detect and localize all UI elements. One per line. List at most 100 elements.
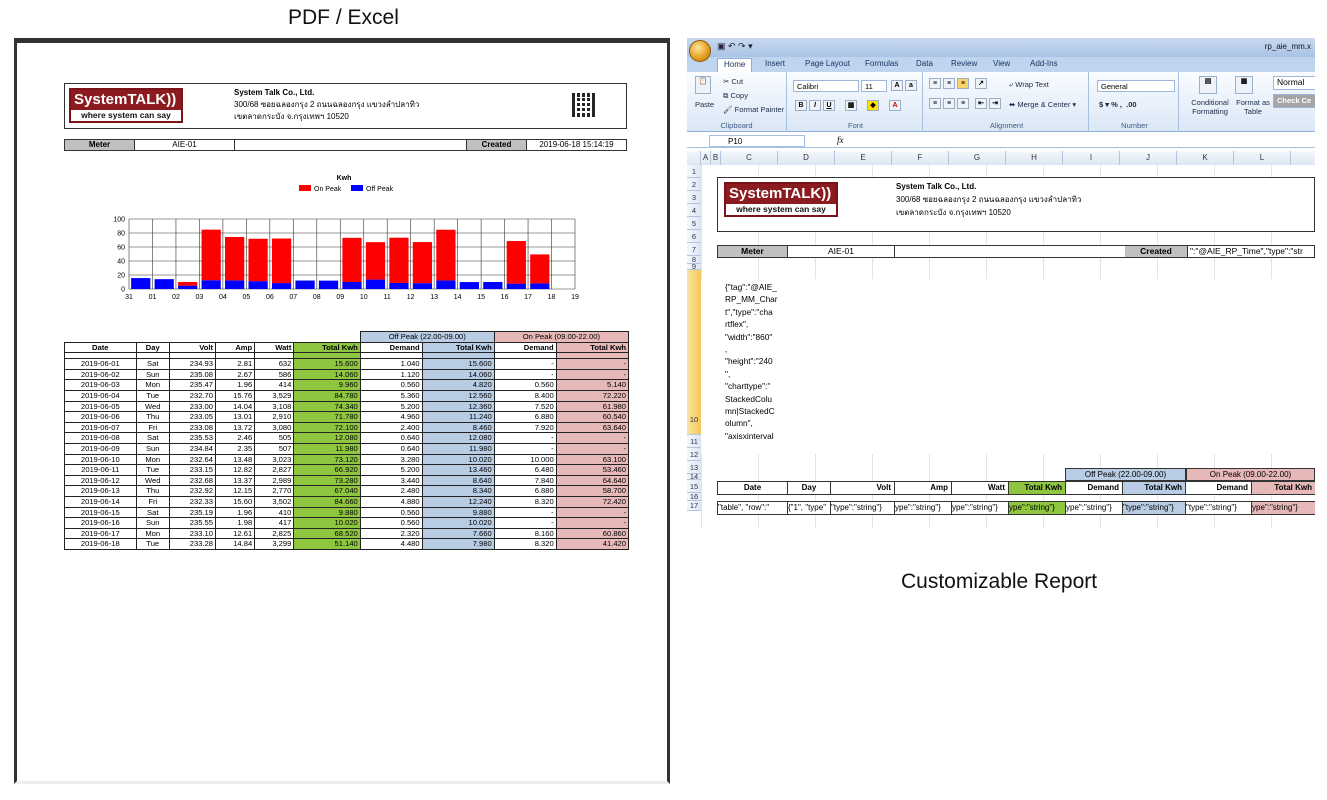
align-middle-icon[interactable]: ≡ — [943, 78, 955, 89]
align-center-icon[interactable]: ≡ — [943, 98, 955, 109]
grow-font-icon[interactable]: A — [891, 80, 903, 91]
fill-color-icon[interactable]: ◆ — [867, 100, 879, 111]
excel-template-cell[interactable]: ype":"string"} — [1066, 502, 1123, 514]
borders-icon[interactable]: ▦ — [845, 100, 857, 111]
format-as-table-icon[interactable]: ▦ — [1235, 76, 1253, 94]
row-header[interactable]: 10 — [687, 270, 701, 435]
italic-icon[interactable]: I — [809, 100, 821, 111]
excel-col-header[interactable]: Volt — [831, 482, 895, 494]
excel-created-template[interactable]: ":"@AIE_RP_Time","type":"str — [1190, 246, 1314, 257]
row-header[interactable]: 5 — [687, 217, 701, 230]
column-header[interactable]: L — [1234, 151, 1291, 165]
tab-add-ins[interactable]: Add-Ins — [1030, 59, 1058, 68]
table-cell: 12.15 — [215, 485, 256, 497]
font-name-select[interactable]: Calibri — [793, 80, 859, 92]
style-check-cell[interactable]: Check Ce — [1273, 94, 1315, 108]
excel-col-header[interactable]: Amp — [895, 482, 952, 494]
increase-indent-icon[interactable]: ⇥ — [989, 98, 1001, 109]
chart-template-cell[interactable]: {"tag":"@AIE_ RP_MM_Char t","type":"cha rtf… — [725, 281, 787, 443]
conditional-formatting-button[interactable]: Conditional Formatting — [1185, 98, 1235, 116]
row-header[interactable]: 17 — [687, 501, 701, 511]
copy-button[interactable]: ⧉ Copy — [723, 91, 748, 101]
row-header[interactable]: 2 — [687, 178, 701, 191]
column-header[interactable]: B — [711, 151, 721, 165]
excel-template-cell[interactable]: "type":"string"} — [1123, 502, 1186, 514]
number-format-select[interactable]: General — [1097, 80, 1175, 92]
excel-template-cell[interactable]: "type":"string"} — [831, 502, 895, 514]
font-size-select[interactable]: 11 — [861, 80, 887, 92]
align-right-icon[interactable]: ≡ — [957, 98, 969, 109]
quick-access-toolbar[interactable]: ▣ ↶ ↷ ▾ — [717, 41, 753, 52]
conditional-formatting-icon[interactable]: ▤ — [1199, 76, 1217, 94]
row-header[interactable]: 1 — [687, 165, 701, 178]
bold-icon[interactable]: B — [795, 100, 807, 111]
orientation-icon[interactable]: ↗ — [975, 78, 987, 89]
table-cell: 13.01 — [215, 411, 256, 423]
paste-button[interactable]: Paste — [695, 100, 714, 109]
format-painter-button[interactable]: 🖌 Format Painter — [723, 105, 784, 114]
tab-view[interactable]: View — [993, 59, 1010, 68]
style-normal[interactable]: Normal — [1273, 76, 1315, 90]
merge-center-button[interactable]: ⬌ Merge & Center ▾ — [1009, 100, 1076, 109]
excel-template-cell[interactable]: "type":"string"} — [1186, 502, 1252, 514]
align-top-icon[interactable]: ≡ — [929, 78, 941, 89]
tab-formulas[interactable]: Formulas — [865, 59, 898, 68]
column-header[interactable]: A — [701, 151, 711, 165]
row-header[interactable]: 4 — [687, 204, 701, 217]
tab-data[interactable]: Data — [916, 59, 933, 68]
align-bottom-icon[interactable]: ≡ — [957, 78, 969, 89]
column-header[interactable]: I — [1063, 151, 1120, 165]
office-button-icon[interactable] — [689, 40, 711, 62]
excel-col-header[interactable]: Demand — [1186, 482, 1252, 494]
column-header[interactable]: E — [835, 151, 892, 165]
column-header[interactable]: G — [949, 151, 1006, 165]
row-header[interactable]: 11 — [687, 435, 701, 448]
wrap-text-button[interactable]: ⤶ Wrap Text — [1009, 80, 1049, 90]
excel-template-cell[interactable]: ype":"string"} — [952, 502, 1009, 514]
column-header[interactable]: F — [892, 151, 949, 165]
chart-template-line: "height":"240 — [725, 356, 773, 367]
excel-template-cell[interactable]: ype":"string"} — [895, 502, 952, 514]
table-cell: 410 — [254, 506, 295, 519]
excel-col-header[interactable]: Watt — [952, 482, 1009, 494]
format-as-table-button[interactable]: Format as Table — [1233, 98, 1273, 116]
excel-col-header[interactable]: Date — [718, 482, 788, 494]
excel-col-header[interactable]: Day — [788, 482, 831, 494]
table-cell: 12.080 — [293, 432, 361, 444]
decrease-indent-icon[interactable]: ⇤ — [975, 98, 987, 109]
cut-button[interactable]: ✂ Cut — [723, 77, 743, 86]
excel-template-cell[interactable]: {"1", "type" — [788, 502, 831, 514]
excel-col-header[interactable]: Demand — [1066, 482, 1123, 494]
fx-icon[interactable]: fx — [837, 135, 844, 145]
excel-template-cell[interactable]: "table", "row":" — [718, 502, 788, 514]
excel-col-header[interactable]: Total Kwh — [1123, 482, 1186, 494]
shrink-font-icon[interactable]: a — [905, 80, 917, 91]
tab-home[interactable]: Home — [717, 58, 753, 72]
number-buttons[interactable]: $ ▾ % , .00 — [1099, 100, 1137, 109]
format-painter-label: Format Painter — [734, 105, 785, 114]
excel-col-header[interactable]: Total Kwh — [1252, 482, 1315, 494]
row-header[interactable]: 3 — [687, 191, 701, 204]
paste-icon[interactable]: 📋 — [695, 76, 711, 94]
tab-review[interactable]: Review — [951, 59, 977, 68]
name-box[interactable]: P10 — [709, 135, 805, 147]
column-header[interactable]: K — [1177, 151, 1234, 165]
excel-col-header[interactable]: Total Kwh — [1009, 482, 1066, 494]
row-header[interactable]: 6 — [687, 230, 701, 243]
underline-icon[interactable]: U — [823, 100, 835, 111]
select-all-corner[interactable] — [687, 151, 701, 165]
table-cell: 13.460 — [421, 464, 495, 476]
excel-template-cell[interactable]: ype":"string"} — [1252, 502, 1315, 514]
table-cell: Thu — [135, 411, 170, 423]
excel-template-cell[interactable]: ype":"string"} — [1009, 502, 1066, 514]
tab-page-layout[interactable]: Page Layout — [805, 59, 850, 68]
row-header[interactable]: 16 — [687, 493, 701, 501]
row-header[interactable]: 12 — [687, 448, 701, 461]
font-color-icon[interactable]: A — [889, 100, 901, 111]
column-header[interactable]: C — [721, 151, 778, 165]
column-header[interactable]: H — [1006, 151, 1063, 165]
column-header[interactable]: J — [1120, 151, 1177, 165]
tab-insert[interactable]: Insert — [765, 59, 785, 68]
align-left-icon[interactable]: ≡ — [929, 98, 941, 109]
column-header[interactable]: D — [778, 151, 835, 165]
